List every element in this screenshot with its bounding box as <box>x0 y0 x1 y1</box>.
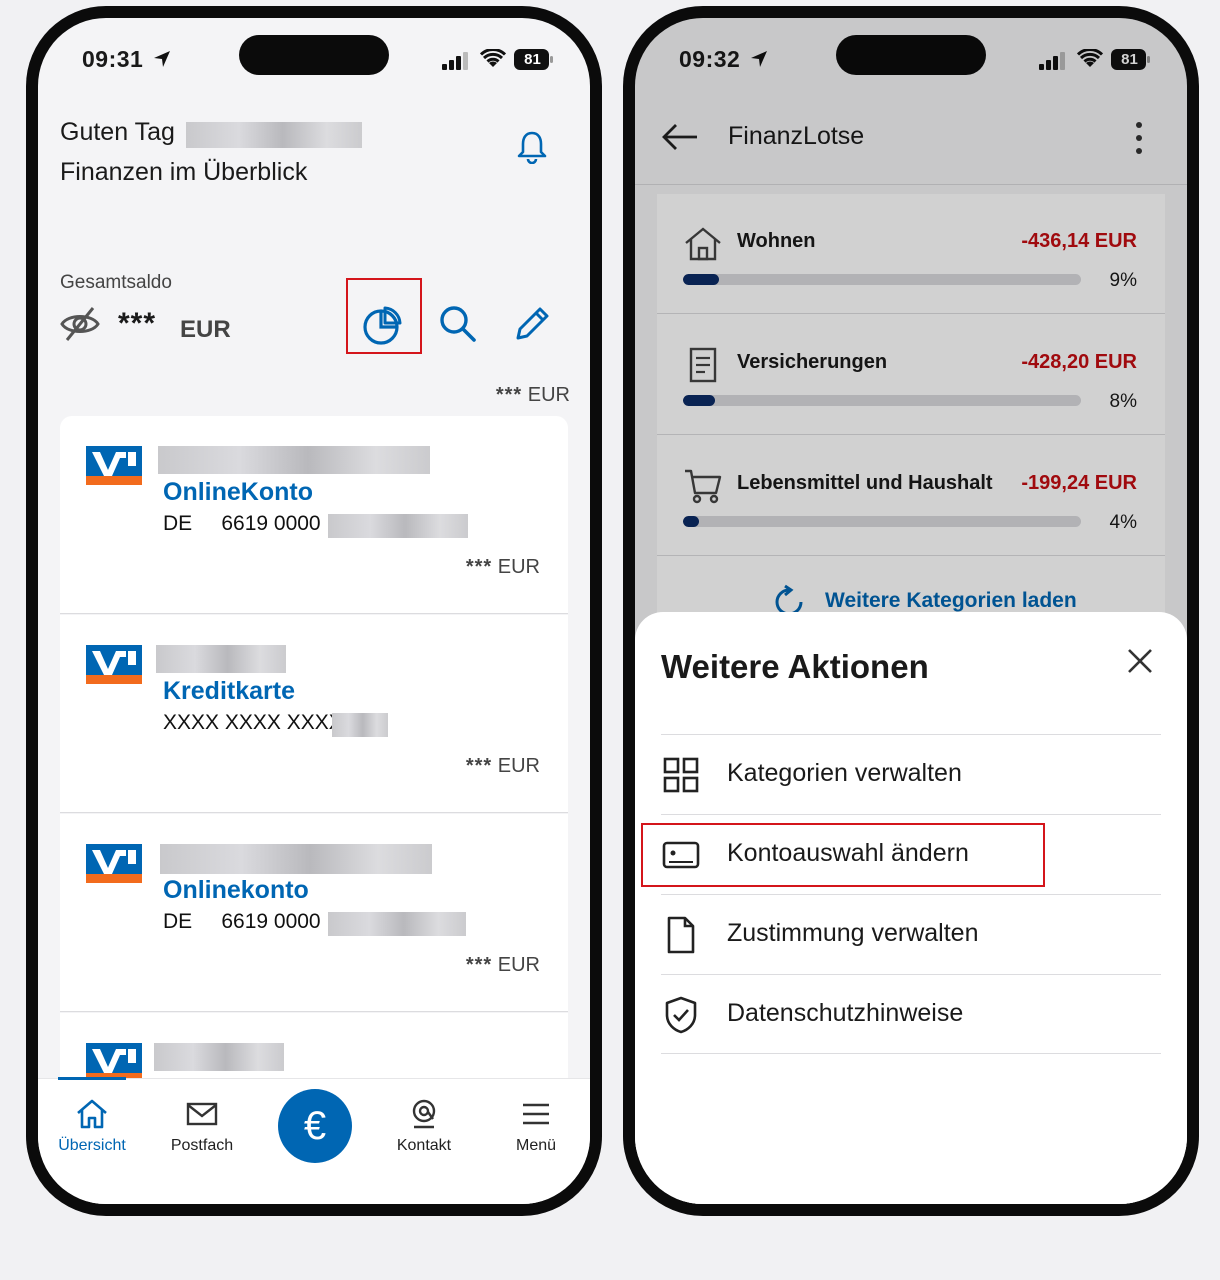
nav-label: Postfach <box>170 1137 234 1154</box>
redacted-card-number <box>332 713 388 737</box>
redacted-name <box>186 122 362 148</box>
account-name: Kreditkarte <box>163 677 295 705</box>
account-card[interactable]: OnlineKonto DE 6619 0000 *** EUR <box>60 416 568 614</box>
action-label: Zustimmung verwalten <box>727 919 979 947</box>
sheet-title: Weitere Aktionen <box>661 648 929 685</box>
account-card[interactable]: Onlinekonto DE 6619 0000 *** EUR <box>60 814 568 1012</box>
account-balance-currency: EUR <box>497 755 540 777</box>
account-card-number: XXXX XXXX XXXX <box>163 711 343 734</box>
shield-check-icon <box>665 996 697 1034</box>
action-manage-categories[interactable]: Kategorien verwalten <box>661 734 1161 814</box>
account-balance: *** EUR <box>466 954 540 977</box>
account-balance-value: *** <box>465 556 493 578</box>
redacted-iban <box>328 514 468 538</box>
phone-left: 09:31 81 Guten Tag Finanzen im Überblick… <box>26 6 602 1216</box>
file-icon <box>667 916 695 954</box>
location-arrow-icon <box>154 51 170 67</box>
pencil-icon[interactable] <box>510 302 554 346</box>
redacted-owner <box>156 645 286 673</box>
account-name: OnlineKonto <box>163 478 313 506</box>
greeting-title: Guten Tag <box>60 118 175 146</box>
volksbank-logo <box>86 446 142 485</box>
account-card[interactable]: Kreditkarte XXXX XXXX XXXX *** EUR <box>60 615 568 813</box>
contact-icon <box>412 1099 436 1129</box>
accounts-total-value: *** <box>495 384 523 406</box>
wifi-icon <box>480 49 506 67</box>
finanzlotse-screen: 09:32 81 FinanzLotse Wohnen -436,14 EUR … <box>635 18 1187 1204</box>
overview-screen: 09:31 81 Guten Tag Finanzen im Überblick… <box>38 18 590 1204</box>
account-balance-currency: EUR <box>497 954 540 976</box>
account-balance-currency: EUR <box>497 556 540 578</box>
account-name: Onlinekonto <box>163 876 309 904</box>
menu-icon <box>523 1103 549 1125</box>
greeting-subtitle: Finanzen im Überblick <box>60 158 308 186</box>
action-label: Kategorien verwalten <box>727 759 962 787</box>
action-label: Datenschutzhinweise <box>727 999 964 1027</box>
nav-kontakt[interactable]: Kontakt <box>374 1097 474 1155</box>
status-time: 09:31 <box>82 46 144 72</box>
accounts-total: *** EUR <box>496 384 570 407</box>
account-balance-value: *** <box>465 755 493 777</box>
action-privacy-notice[interactable]: Datenschutzhinweise <box>661 974 1161 1054</box>
redacted-iban <box>328 912 466 936</box>
signal-icon <box>442 52 468 70</box>
account-selection-highlight <box>641 823 1045 887</box>
accounts-total-currency: EUR <box>527 384 570 406</box>
account-balance: *** EUR <box>466 755 540 778</box>
nav-overview[interactable]: Übersicht <box>42 1097 142 1155</box>
actions-bottom-sheet: Weitere Aktionen Kategorien verwalten Ko… <box>635 612 1187 1204</box>
search-icon[interactable] <box>436 302 480 346</box>
redacted-owner <box>154 1043 284 1071</box>
account-iban: DE 6619 0000 <box>163 910 321 933</box>
volksbank-logo <box>86 844 142 883</box>
euro-button[interactable]: € <box>278 1089 352 1163</box>
account-balance: *** EUR <box>466 556 540 579</box>
battery-level: 81 <box>524 51 541 68</box>
close-icon[interactable] <box>1125 646 1155 676</box>
account-list: OnlineKonto DE 6619 0000 *** EUR Kreditk… <box>60 416 568 1116</box>
bottom-navigation: Übersicht Postfach € Kontakt Menü <box>38 1077 590 1204</box>
mail-icon <box>186 1102 218 1126</box>
nav-active-indicator <box>58 1077 126 1080</box>
home-icon <box>77 1099 107 1129</box>
phone-right: 09:32 81 FinanzLotse Wohnen -436,14 EUR … <box>623 6 1199 1216</box>
total-balance-value: *** <box>118 307 157 340</box>
account-balance-value: *** <box>465 954 493 976</box>
nav-label: Menü <box>515 1137 557 1154</box>
total-balance-currency: EUR <box>180 316 231 343</box>
bell-icon[interactable] <box>516 130 548 164</box>
volksbank-logo <box>86 645 142 684</box>
nav-postfach[interactable]: Postfach <box>152 1097 252 1155</box>
nav-label: Übersicht <box>58 1137 126 1154</box>
dynamic-island <box>239 35 389 75</box>
nav-menu[interactable]: Menü <box>486 1097 586 1155</box>
redacted-owner <box>160 844 432 874</box>
eye-hidden-icon[interactable] <box>60 304 100 344</box>
redacted-owner <box>158 446 430 474</box>
account-iban: DE 6619 0000 <box>163 512 321 535</box>
action-manage-consent[interactable]: Zustimmung verwalten <box>661 894 1161 974</box>
status-bar: 09:31 81 <box>38 18 590 90</box>
total-balance-label: Gesamtsaldo <box>60 272 172 293</box>
pie-chart-highlight <box>346 278 422 354</box>
grid-icon <box>663 757 699 793</box>
nav-label: Kontakt <box>396 1137 452 1154</box>
